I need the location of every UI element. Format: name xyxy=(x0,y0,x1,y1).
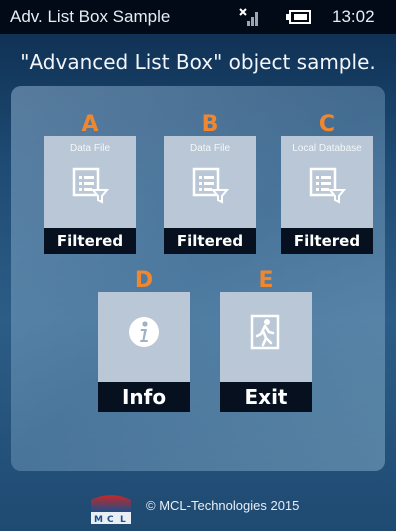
status-bar: Adv. List Box Sample 13:02 xyxy=(0,0,396,34)
tile-letter: A xyxy=(81,112,99,137)
tile-letter: B xyxy=(201,112,219,137)
filtered-list-icon xyxy=(192,167,229,204)
tile-d-info[interactable]: D Info xyxy=(98,268,190,412)
info-icon xyxy=(129,317,159,347)
exit-door-icon xyxy=(250,314,280,350)
tile-e-exit[interactable]: E Exit xyxy=(220,268,312,412)
app-title: Adv. List Box Sample xyxy=(10,7,171,26)
filtered-list-icon xyxy=(72,167,109,204)
tile-c-local-database-filtered[interactable]: C Local Database Filtered xyxy=(281,112,373,254)
tile-caption: Data File xyxy=(69,143,110,154)
mcl-logo: M C L xyxy=(91,495,131,524)
svg-text:M: M xyxy=(94,515,103,524)
tile-label: Info xyxy=(98,382,190,412)
filtered-list-icon xyxy=(309,167,346,204)
tile-label: Exit xyxy=(220,382,312,412)
tile-letter: D xyxy=(134,268,154,293)
signal-icon xyxy=(239,8,258,26)
tile-label: Filtered xyxy=(281,228,373,254)
tile-a-data-file-filtered[interactable]: A Data File Filtered xyxy=(44,112,136,254)
battery-icon xyxy=(286,10,311,24)
copyright-text: © MCL-Technologies 2015 xyxy=(146,498,300,513)
tile-label: Filtered xyxy=(164,228,256,254)
clock: 13:02 xyxy=(332,7,375,26)
svg-text:C: C xyxy=(107,515,114,524)
tile-letter: E xyxy=(258,268,274,293)
tile-b-data-file-filtered[interactable]: B Data File Filtered xyxy=(164,112,256,254)
tile-caption: Data File xyxy=(189,143,230,154)
footer: M C L © MCL-Technologies 2015 xyxy=(0,486,396,526)
tile-caption: Local Database xyxy=(292,143,362,154)
tile-letter: C xyxy=(318,112,336,137)
tile-label: Filtered xyxy=(44,228,136,254)
page-title: "Advanced List Box" object sample. xyxy=(20,50,376,74)
svg-text:L: L xyxy=(120,515,126,524)
